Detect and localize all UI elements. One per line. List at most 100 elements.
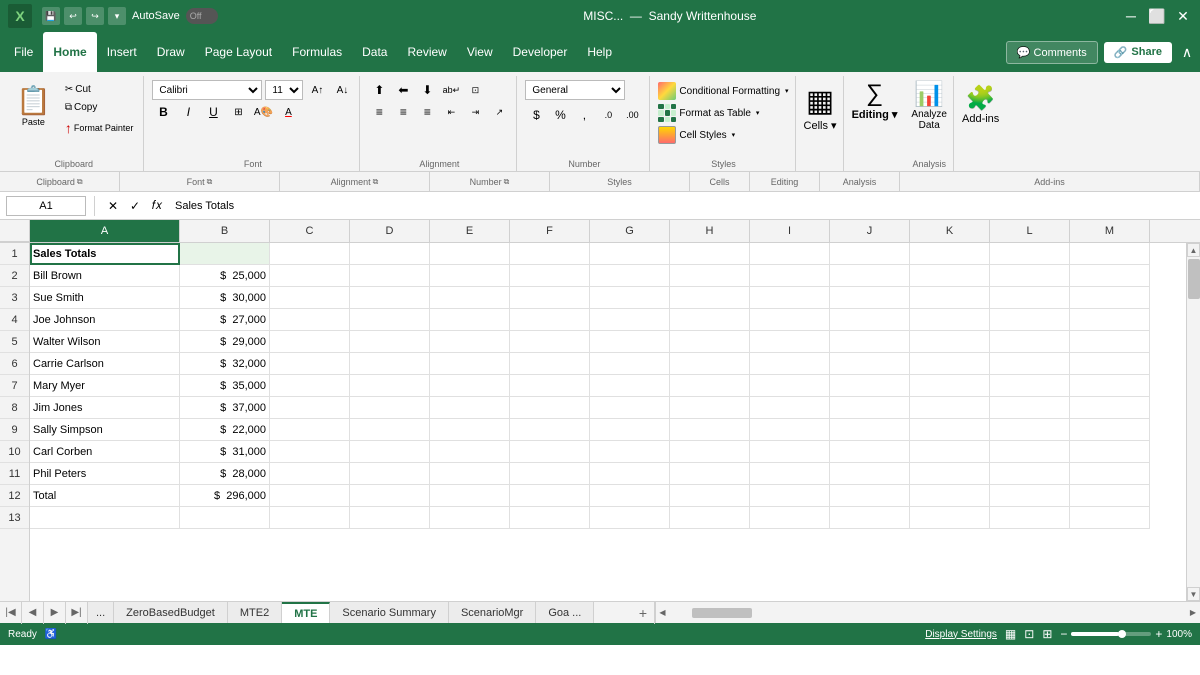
cell-H2[interactable] <box>670 265 750 287</box>
cell-L4[interactable] <box>990 309 1070 331</box>
cell-I2[interactable] <box>750 265 830 287</box>
cell-B6[interactable]: $ 32,000 <box>180 353 270 375</box>
alignment-expand[interactable]: Alignment ⧉ <box>280 172 430 191</box>
cell-M5[interactable] <box>1070 331 1150 353</box>
h-scroll-left[interactable]: ◀ <box>656 602 670 624</box>
sheet-nav-last[interactable]: ▶| <box>66 602 88 624</box>
h-scroll-thumb[interactable] <box>692 608 752 618</box>
cell-B10[interactable]: $ 31,000 <box>180 441 270 463</box>
formula-input[interactable] <box>171 196 1194 216</box>
cell-J8[interactable] <box>830 397 910 419</box>
cell-F4[interactable] <box>510 309 590 331</box>
insert-function-button[interactable]: 𝑓𝑥 <box>147 196 167 216</box>
cell-J3[interactable] <box>830 287 910 309</box>
cell-J4[interactable] <box>830 309 910 331</box>
page-break-view-button[interactable]: ⊞ <box>1040 627 1054 641</box>
cell-B2[interactable]: $ 25,000 <box>180 265 270 287</box>
cell-K10[interactable] <box>910 441 990 463</box>
cell-K2[interactable] <box>910 265 990 287</box>
cell-E4[interactable] <box>430 309 510 331</box>
cell-F2[interactable] <box>510 265 590 287</box>
cells-button[interactable]: Cells ▾ <box>804 119 837 132</box>
minimize-button[interactable]: ─ <box>1122 7 1140 25</box>
cell-E1[interactable] <box>430 243 510 265</box>
cell-E13[interactable] <box>430 507 510 529</box>
cell-M11[interactable] <box>1070 463 1150 485</box>
cell-G12[interactable] <box>590 485 670 507</box>
scroll-track[interactable] <box>1187 257 1200 587</box>
currency-button[interactable]: $ <box>525 105 547 125</box>
cell-J5[interactable] <box>830 331 910 353</box>
cell-D13[interactable] <box>350 507 430 529</box>
cell-I9[interactable] <box>750 419 830 441</box>
cell-F11[interactable] <box>510 463 590 485</box>
cell-G10[interactable] <box>590 441 670 463</box>
cell-M3[interactable] <box>1070 287 1150 309</box>
cell-K6[interactable] <box>910 353 990 375</box>
zoom-bar[interactable] <box>1071 632 1151 636</box>
cell-B13[interactable] <box>180 507 270 529</box>
row-num-3[interactable]: 3 <box>0 287 29 309</box>
cell-H1[interactable] <box>670 243 750 265</box>
menu-insert[interactable]: Insert <box>97 32 147 72</box>
cell-I7[interactable] <box>750 375 830 397</box>
number-expand[interactable]: Number ⧉ <box>430 172 550 191</box>
cell-M10[interactable] <box>1070 441 1150 463</box>
cell-D12[interactable] <box>350 485 430 507</box>
conditional-formatting-button[interactable]: Conditional Formatting ▾ <box>658 80 788 102</box>
cell-D4[interactable] <box>350 309 430 331</box>
col-header-G[interactable]: G <box>590 220 670 242</box>
cell-H12[interactable] <box>670 485 750 507</box>
percent-button[interactable]: % <box>549 105 571 125</box>
cell-F5[interactable] <box>510 331 590 353</box>
cell-A8[interactable]: Jim Jones <box>30 397 180 419</box>
col-header-B[interactable]: B <box>180 220 270 242</box>
cell-I10[interactable] <box>750 441 830 463</box>
cell-B3[interactable]: $ 30,000 <box>180 287 270 309</box>
sheet-tab-mte[interactable]: MTE <box>282 602 330 623</box>
menu-data[interactable]: Data <box>352 32 397 72</box>
menu-page-layout[interactable]: Page Layout <box>195 32 282 72</box>
cell-C6[interactable] <box>270 353 350 375</box>
cell-F7[interactable] <box>510 375 590 397</box>
cell-I12[interactable] <box>750 485 830 507</box>
enter-formula-button[interactable]: ✓ <box>125 196 145 216</box>
restore-button[interactable]: ⬜ <box>1148 7 1166 25</box>
zoom-out-button[interactable]: − <box>1060 627 1067 641</box>
row-num-2[interactable]: 2 <box>0 265 29 287</box>
increase-decimal-button[interactable]: .00 <box>621 105 643 125</box>
cell-H5[interactable] <box>670 331 750 353</box>
row-num-6[interactable]: 6 <box>0 353 29 375</box>
cell-A6[interactable]: Carrie Carlson <box>30 353 180 375</box>
zoom-in-button[interactable]: + <box>1155 627 1162 641</box>
row-num-1[interactable]: 1 <box>0 243 29 265</box>
cell-F9[interactable] <box>510 419 590 441</box>
cell-G13[interactable] <box>590 507 670 529</box>
editing-button[interactable]: Editing ▾ <box>852 108 898 121</box>
wrap-text-button[interactable]: ab↵ <box>440 80 462 100</box>
cell-C1[interactable] <box>270 243 350 265</box>
menu-developer[interactable]: Developer <box>503 32 578 72</box>
cell-K4[interactable] <box>910 309 990 331</box>
menu-view[interactable]: View <box>457 32 503 72</box>
col-header-D[interactable]: D <box>350 220 430 242</box>
sheet-tab-zerobasedbudget[interactable]: ZeroBasedBudget <box>114 602 228 623</box>
cell-M2[interactable] <box>1070 265 1150 287</box>
cell-H8[interactable] <box>670 397 750 419</box>
cell-E5[interactable] <box>430 331 510 353</box>
merge-cells-button[interactable]: ⊡ <box>464 80 486 100</box>
col-header-H[interactable]: H <box>670 220 750 242</box>
cell-I1[interactable] <box>750 243 830 265</box>
cell-J10[interactable] <box>830 441 910 463</box>
center-align-button[interactable]: ≡ <box>392 102 414 122</box>
cell-F12[interactable] <box>510 485 590 507</box>
h-scroll-track[interactable] <box>672 608 1185 618</box>
cell-L5[interactable] <box>990 331 1070 353</box>
addins-button[interactable]: Add-ins <box>962 113 999 125</box>
sheet-tab-scenariomgr[interactable]: ScenarioMgr <box>449 602 536 623</box>
cell-C13[interactable] <box>270 507 350 529</box>
middle-align-button[interactable]: ⬅ <box>392 80 414 100</box>
increase-font-button[interactable]: A↑ <box>306 80 328 100</box>
col-header-I[interactable]: I <box>750 220 830 242</box>
zoom-handle[interactable] <box>1118 630 1126 638</box>
